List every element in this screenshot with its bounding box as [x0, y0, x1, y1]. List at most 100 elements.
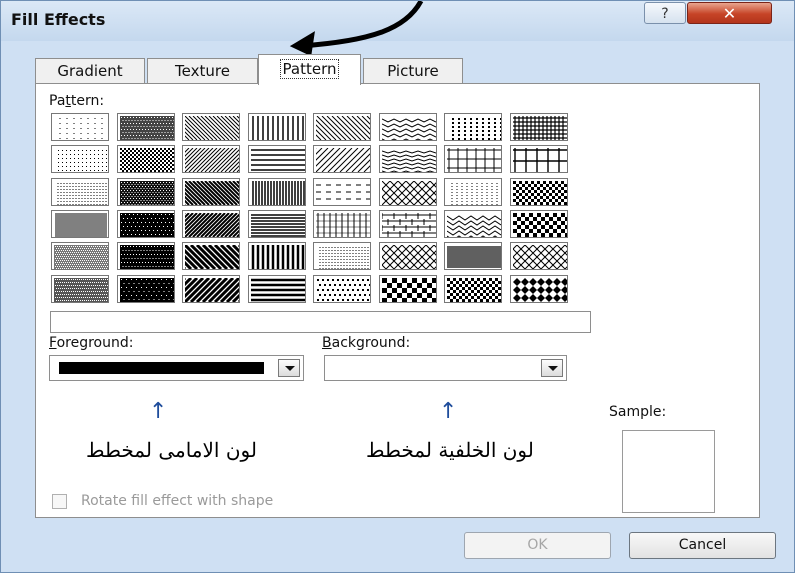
pattern-swatch[interactable] [248, 145, 306, 173]
tab-texture[interactable]: Texture [147, 58, 258, 84]
dialog-title: Fill Effects [11, 10, 106, 29]
pattern-swatch-graphic [120, 116, 174, 140]
pattern-swatch-graphic [447, 246, 501, 268]
pattern-swatch[interactable] [182, 275, 240, 303]
help-button[interactable]: ? [644, 2, 686, 24]
tab-picture[interactable]: Picture [363, 58, 463, 84]
pattern-swatch[interactable] [444, 113, 502, 141]
pattern-swatch[interactable] [51, 113, 109, 141]
pattern-swatch-graphic [382, 245, 436, 269]
cancel-button[interactable]: Cancel [629, 532, 776, 559]
background-label: Background: [322, 335, 411, 351]
pattern-swatch-graphic [316, 184, 370, 200]
title-bar: Fill Effects ? ✕ [1, 1, 794, 41]
pattern-swatch-graphic [382, 118, 436, 140]
pattern-swatch-graphic [513, 278, 567, 302]
pattern-swatch[interactable] [117, 242, 175, 270]
pattern-swatch-graphic [185, 213, 239, 237]
pattern-swatch[interactable] [248, 178, 306, 206]
pattern-swatch-graphic [319, 247, 369, 269]
ok-button[interactable]: OK [464, 532, 611, 559]
pattern-swatch[interactable] [510, 178, 568, 206]
pattern-swatch-graphic [120, 278, 174, 302]
pattern-swatch[interactable] [379, 210, 437, 238]
pattern-swatch[interactable] [117, 210, 175, 238]
pattern-swatch[interactable] [51, 242, 109, 270]
pattern-swatch[interactable] [444, 242, 502, 270]
pattern-swatch-graphic [513, 245, 567, 269]
fill-effects-dialog: Fill Effects ? ✕ Gradient Texture Patter… [0, 0, 795, 573]
pattern-swatch[interactable] [51, 210, 109, 238]
pattern-swatch[interactable] [510, 242, 568, 270]
pattern-swatch[interactable] [379, 275, 437, 303]
tab-pattern-label: Pattern [279, 59, 340, 79]
sample-preview [622, 430, 715, 513]
pattern-swatch[interactable] [444, 275, 502, 303]
pattern-swatch[interactable] [379, 242, 437, 270]
pattern-label: Pattern: [49, 93, 105, 109]
close-button[interactable]: ✕ [687, 2, 772, 24]
pattern-swatch-graphic [447, 215, 501, 237]
pattern-swatch-graphic [58, 150, 107, 171]
foreground-dropdown-arrow-icon[interactable] [278, 359, 300, 377]
pattern-swatch[interactable] [444, 178, 502, 206]
pattern-swatch-graphic [120, 181, 174, 205]
pattern-swatch-graphic [120, 148, 174, 172]
pattern-swatch[interactable] [379, 113, 437, 141]
pattern-swatch[interactable] [117, 145, 175, 173]
pattern-swatch[interactable] [51, 275, 109, 303]
pattern-swatch-graphic [316, 116, 370, 140]
pattern-swatch[interactable] [182, 178, 240, 206]
pattern-swatch[interactable] [117, 113, 175, 141]
pattern-swatch-graphic [120, 245, 174, 269]
pattern-swatch-graphic [382, 278, 436, 302]
pattern-swatch-graphic [316, 148, 370, 172]
up-arrow-icon: ↑ [149, 399, 168, 424]
pattern-swatch[interactable] [510, 145, 568, 173]
pattern-swatch[interactable] [313, 145, 371, 173]
pattern-swatch[interactable] [379, 178, 437, 206]
pattern-swatch[interactable] [313, 210, 371, 238]
pattern-swatch-graphic [316, 213, 370, 237]
pattern-swatch-graphic [185, 181, 239, 205]
background-dropdown-arrow-icon[interactable] [541, 359, 563, 377]
pattern-swatch[interactable] [182, 113, 240, 141]
pattern-swatch[interactable] [510, 210, 568, 238]
pattern-swatch[interactable] [51, 178, 109, 206]
pattern-swatch[interactable] [510, 113, 568, 141]
foreground-color-picker[interactable] [49, 355, 304, 381]
pattern-swatch[interactable] [444, 210, 502, 238]
pattern-swatch-graphic [513, 148, 567, 172]
background-color-picker[interactable] [324, 355, 567, 381]
pattern-swatch[interactable] [248, 210, 306, 238]
pattern-swatch[interactable] [182, 210, 240, 238]
pattern-swatch-graphic [251, 214, 305, 237]
pattern-swatch[interactable] [313, 275, 371, 303]
pattern-swatch-graphic [382, 181, 436, 205]
pattern-name-box [50, 311, 591, 333]
pattern-swatch[interactable] [248, 113, 306, 141]
pattern-swatch[interactable] [182, 242, 240, 270]
pattern-swatch-graphic [382, 150, 436, 172]
pattern-swatch[interactable] [379, 145, 437, 173]
pattern-swatch[interactable] [182, 145, 240, 173]
pattern-swatch-graphic [451, 183, 498, 205]
rotate-checkbox[interactable] [52, 494, 67, 509]
pattern-swatch-graphic [120, 213, 174, 237]
pattern-swatch[interactable] [313, 113, 371, 141]
pattern-swatch[interactable] [444, 145, 502, 173]
pattern-swatch[interactable] [248, 242, 306, 270]
pattern-swatch[interactable] [313, 242, 371, 270]
pattern-swatch[interactable] [117, 275, 175, 303]
pattern-swatch-graphic [251, 149, 305, 171]
tab-gradient[interactable]: Gradient [35, 58, 145, 84]
pattern-swatch[interactable] [117, 178, 175, 206]
question-icon: ? [661, 6, 669, 22]
pattern-swatch-graphic [447, 278, 501, 302]
pattern-swatch[interactable] [313, 178, 371, 206]
pattern-swatch-graphic [447, 148, 501, 172]
pattern-swatch[interactable] [248, 275, 306, 303]
pattern-swatch[interactable] [51, 145, 109, 173]
pattern-swatch[interactable] [510, 275, 568, 303]
tab-pattern[interactable]: Pattern [258, 54, 361, 85]
